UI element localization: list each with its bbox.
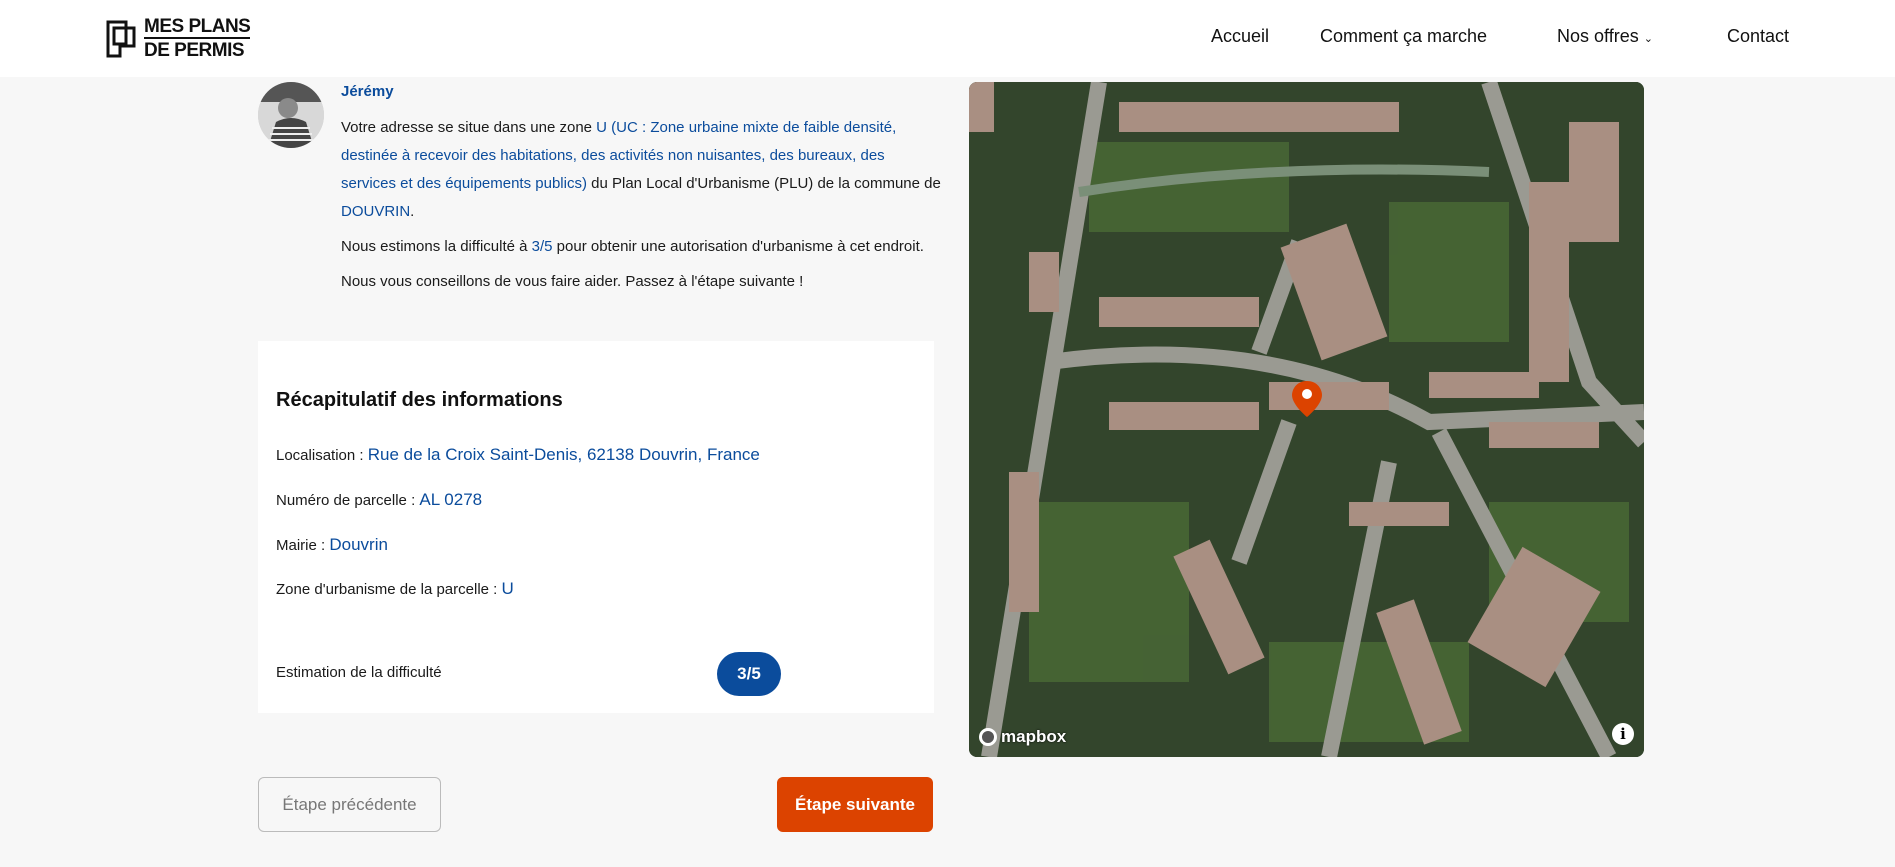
row-localisation: Localisation : Rue de la Croix Saint-Den… bbox=[276, 445, 760, 465]
logo-line2: DE PERMIS bbox=[144, 40, 245, 61]
difficulty-score: 3/5 bbox=[531, 238, 553, 255]
nav-comment-ca-marche[interactable]: Comment ça marche bbox=[1320, 26, 1487, 47]
chevron-down-icon: ⌄ bbox=[1643, 33, 1653, 45]
next-step-button[interactable]: Étape suivante bbox=[777, 777, 933, 832]
mapbox-attribution[interactable]: mapbox bbox=[979, 727, 1066, 747]
row-parcelle: Numéro de parcelle : AL 0278 bbox=[276, 490, 482, 510]
summary-card: Récapitulatif des informations Localisat… bbox=[258, 341, 934, 713]
label: Localisation : bbox=[276, 447, 368, 464]
row-mairie: Mairie : Douvrin bbox=[276, 535, 388, 555]
avatar bbox=[258, 82, 324, 148]
commune-value: DOUVRIN bbox=[341, 203, 411, 220]
text: du Plan Local d'Urbanisme (PLU) de la co… bbox=[586, 175, 941, 192]
zone-paragraph: Votre adresse se situe dans une zone U (… bbox=[341, 114, 941, 226]
text: pour obtenir une autorisation d'urbanism… bbox=[552, 238, 924, 255]
nav-nos-offres[interactable]: Nos offres ⌄ bbox=[1557, 26, 1653, 47]
info-icon[interactable]: i bbox=[1612, 723, 1634, 745]
mapbox-logo-icon bbox=[979, 728, 997, 746]
logo[interactable]: MES PLANS DE PERMIS bbox=[106, 16, 251, 61]
advice-paragraph: Nous vous conseillons de vous faire aide… bbox=[341, 273, 804, 290]
value: Douvrin bbox=[329, 535, 388, 554]
advisor-name: Jérémy bbox=[341, 83, 394, 100]
difficulty-label: Estimation de la difficulté bbox=[276, 664, 442, 681]
label: Mairie : bbox=[276, 537, 330, 554]
value: U bbox=[501, 579, 514, 598]
text: Votre adresse se situe dans une zone bbox=[341, 119, 597, 136]
difficulty-badge: 3/5 bbox=[717, 652, 781, 696]
logo-line1: MES PLANS bbox=[144, 16, 251, 39]
nav-contact[interactable]: Contact bbox=[1727, 26, 1789, 47]
logo-icon bbox=[106, 20, 136, 57]
label: Zone d'urbanisme de la parcelle : bbox=[276, 581, 502, 598]
value: AL 0278 bbox=[419, 490, 483, 509]
mapbox-label: mapbox bbox=[1001, 727, 1067, 746]
value: Rue de la Croix Saint-Denis, 62138 Douvr… bbox=[367, 445, 760, 464]
map-imagery bbox=[969, 82, 1644, 757]
text: Nous estimons la difficulté à bbox=[341, 238, 532, 255]
satellite-map[interactable]: mapbox i bbox=[969, 82, 1644, 757]
label: Numéro de parcelle : bbox=[276, 492, 420, 509]
difficulty-paragraph: Nous estimons la difficulté à 3/5 pour o… bbox=[341, 233, 941, 261]
summary-title: Récapitulatif des informations bbox=[276, 389, 563, 411]
nav-accueil[interactable]: Accueil bbox=[1211, 26, 1269, 47]
previous-step-button[interactable]: Étape précédente bbox=[258, 777, 441, 832]
nav-nos-offres-label: Nos offres bbox=[1557, 26, 1639, 46]
text: . bbox=[410, 203, 415, 220]
site-header: MES PLANS DE PERMIS Accueil Comment ça ma… bbox=[0, 0, 1895, 77]
row-zone: Zone d'urbanisme de la parcelle : U bbox=[276, 579, 514, 599]
